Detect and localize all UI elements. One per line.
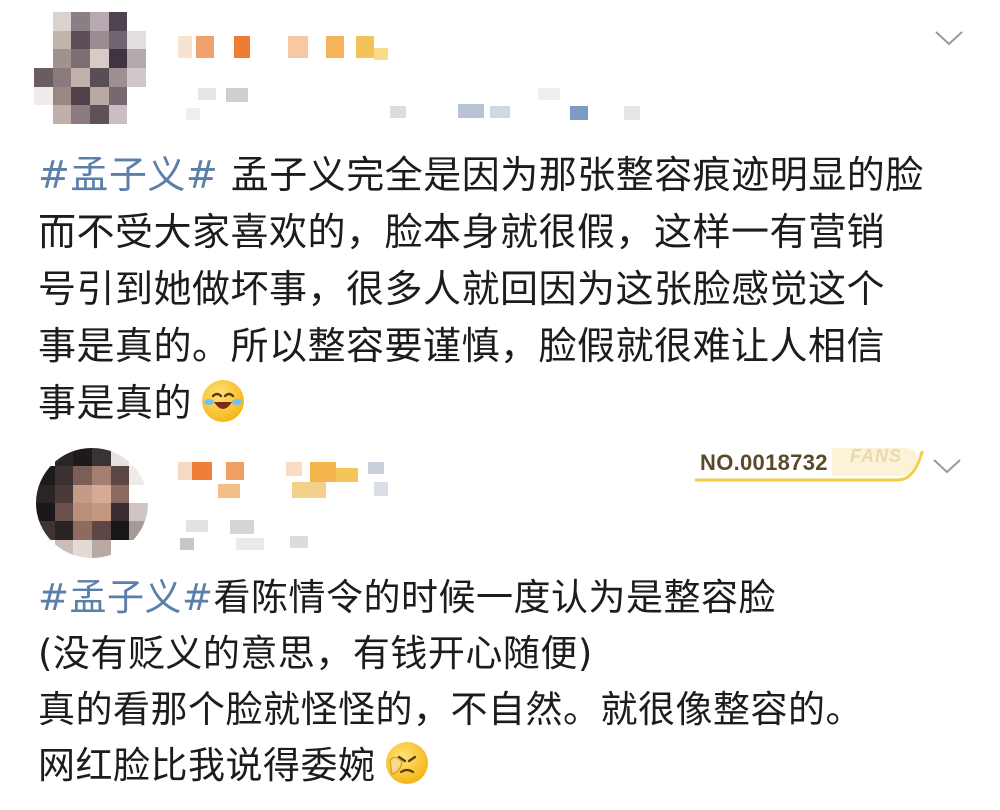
timestamp-blurred — [178, 88, 648, 124]
text-line: 而不受大家喜欢的，脸本身就很假，这样一有营销 — [38, 210, 886, 254]
timestamp-blurred — [180, 520, 320, 552]
chevron-down-icon[interactable] — [932, 456, 962, 476]
comment-text: #孟子义# 孟子义完全是因为那张整容痕迹明显的脸 而不受大家喜欢的，脸本身就很假… — [38, 147, 960, 432]
comment-2: NO.0018732 FANS #孟子义#看陈情令的时候一度认为是整容脸 (没有… — [0, 440, 1000, 810]
hashtag-link[interactable]: #孟子义# — [38, 576, 214, 619]
fans-label: FANS — [850, 446, 903, 466]
text-line: #孟子义#看陈情令的时候一度认为是整容脸 — [38, 576, 777, 619]
chevron-down-icon[interactable] — [934, 28, 964, 48]
avatar[interactable] — [34, 12, 146, 124]
text-line: 真的看那个脸就怪怪的，不自然。就很像整容的。 — [38, 688, 863, 731]
text-line: 事是真的 — [38, 375, 960, 432]
text-line: #孟子义# 孟子义完全是因为那张整容痕迹明显的脸 — [38, 153, 924, 197]
text-line: 事是真的。所以整容要谨慎，脸假就很难让人相信 — [38, 324, 886, 368]
comment-text: #孟子义#看陈情令的时候一度认为是整容脸 (没有贬义的意思，有钱开心随便) 真的… — [38, 570, 960, 794]
avatar[interactable] — [36, 448, 148, 558]
fans-number: NO.0018732 — [700, 450, 828, 475]
comment-1: #孟子义# 孟子义完全是因为那张整容痕迹明显的脸 而不受大家喜欢的，脸本身就很假… — [0, 0, 1000, 440]
username-blurred[interactable] — [178, 462, 408, 502]
hashtag-link[interactable]: #孟子义# — [38, 153, 218, 197]
facepalm-emoji-icon — [385, 742, 428, 784]
username-blurred[interactable] — [178, 36, 398, 60]
laughing-crying-emoji-icon — [202, 380, 245, 422]
text-line: 号引到她做坏事，很多人就回因为这张脸感觉这个 — [38, 267, 886, 311]
fans-badge[interactable]: NO.0018732 FANS — [692, 442, 928, 486]
text-line: 网红脸比我说得委婉 — [38, 738, 960, 794]
text-line: (没有贬义的意思，有钱开心随便) — [38, 632, 593, 675]
